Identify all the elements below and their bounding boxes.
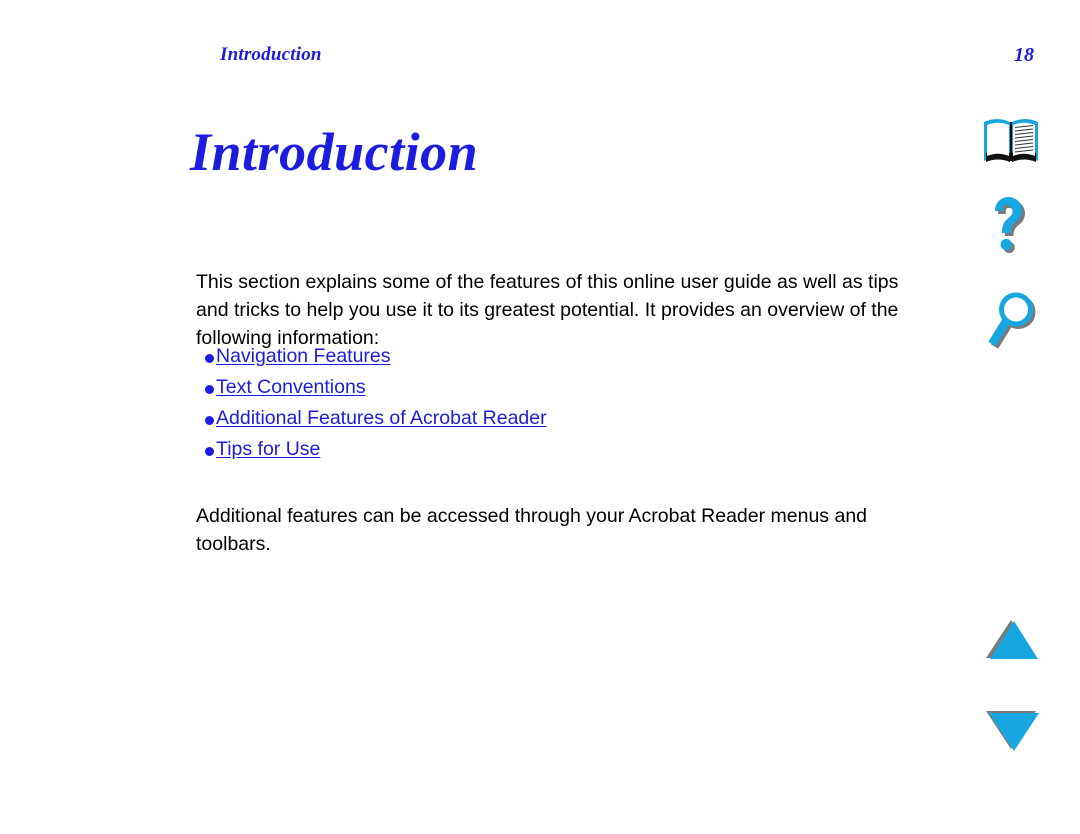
help-icon[interactable] [986,194,1038,266]
document-page: Introduction 18 Introduction This sectio… [0,0,1080,834]
list-item[interactable]: Additional Features of Acrobat Reader [196,403,547,434]
navigation-icon-rail [970,0,1080,834]
up-arrow-icon[interactable] [984,618,1042,662]
list-item[interactable]: Navigation Features [196,341,547,372]
link-additional-features-of-acrobat-reader[interactable]: Additional Features of Acrobat Reader [216,403,547,434]
bullet-icon [196,342,216,373]
bullet-icon [196,435,216,466]
running-header: Introduction 18 [196,44,1034,70]
page-title: Introduction [190,122,479,183]
list-item[interactable]: Tips for Use [196,434,547,465]
search-icon[interactable] [986,292,1038,354]
down-arrow-icon[interactable] [984,708,1042,752]
intro-paragraph: This section explains some of the featur… [196,270,899,349]
section-link-list: Navigation Features Text Conventions Add… [196,341,547,465]
closing-paragraph: Additional features can be accessed thro… [196,504,868,555]
bullet-icon [196,404,216,435]
book-icon[interactable] [980,114,1042,166]
list-item[interactable]: Text Conventions [196,372,547,403]
link-navigation-features[interactable]: Navigation Features [216,341,391,372]
bullet-icon [196,373,216,404]
link-text-conventions[interactable]: Text Conventions [216,372,366,403]
running-header-title: Introduction [220,44,322,65]
link-tips-for-use[interactable]: Tips for Use [216,434,320,465]
